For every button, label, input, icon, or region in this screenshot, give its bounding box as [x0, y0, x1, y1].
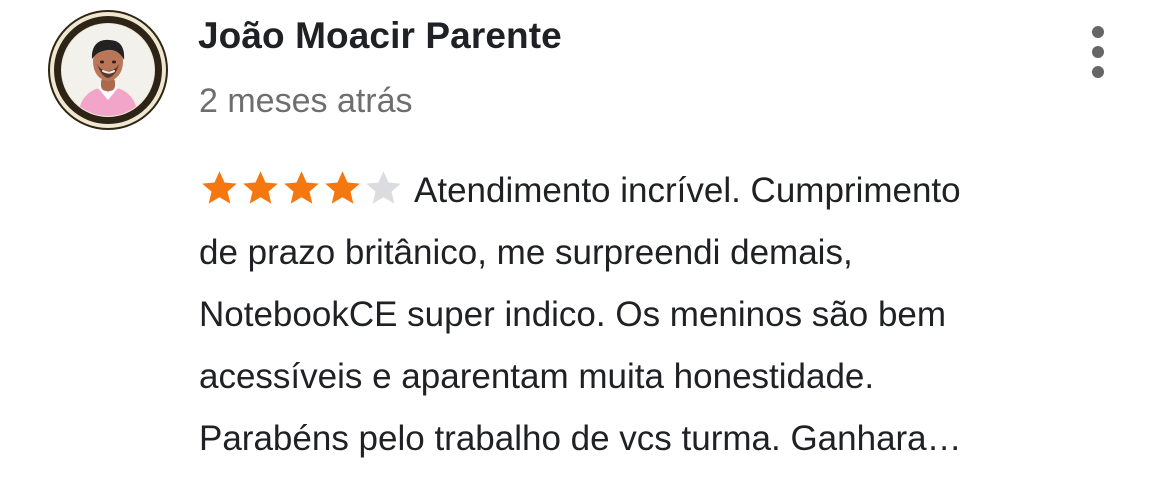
more-vertical-icon	[1092, 26, 1104, 38]
review-text-line: de prazo britânico, me surpreendi demais…	[199, 233, 853, 272]
review-text-line: NotebookCE super indico. Os meninos são …	[199, 295, 947, 334]
star-filled-icon	[281, 169, 322, 207]
more-options-button[interactable]	[1080, 22, 1116, 82]
avatar-image	[62, 24, 154, 116]
star-rating	[199, 169, 404, 207]
author-name[interactable]: João Moacir Parente	[198, 14, 562, 58]
avatar-person-icon	[62, 24, 154, 116]
review-line-1: Atendimento incrível. Cumprimento	[199, 160, 1099, 222]
review-card: João Moacir Parente 2 meses atrás Atendi…	[0, 0, 1170, 502]
review-timestamp: 2 meses atrás	[199, 82, 413, 120]
star-filled-icon	[240, 169, 281, 207]
review-text-line: Atendimento incrível. Cumprimento	[414, 171, 961, 210]
review-text-line: Parabéns pelo trabalho de vcs turma. Gan…	[199, 419, 962, 458]
star-empty-icon	[363, 169, 404, 207]
star-filled-icon	[199, 169, 240, 207]
star-filled-icon	[322, 169, 363, 207]
more-vertical-icon	[1092, 66, 1104, 78]
review-body[interactable]: Atendimento incrível. Cumprimento de pra…	[199, 160, 1099, 470]
review-text-line: acessíveis e aparentam muita honestidade…	[199, 357, 875, 396]
more-vertical-icon	[1092, 46, 1104, 58]
avatar[interactable]	[48, 10, 168, 130]
